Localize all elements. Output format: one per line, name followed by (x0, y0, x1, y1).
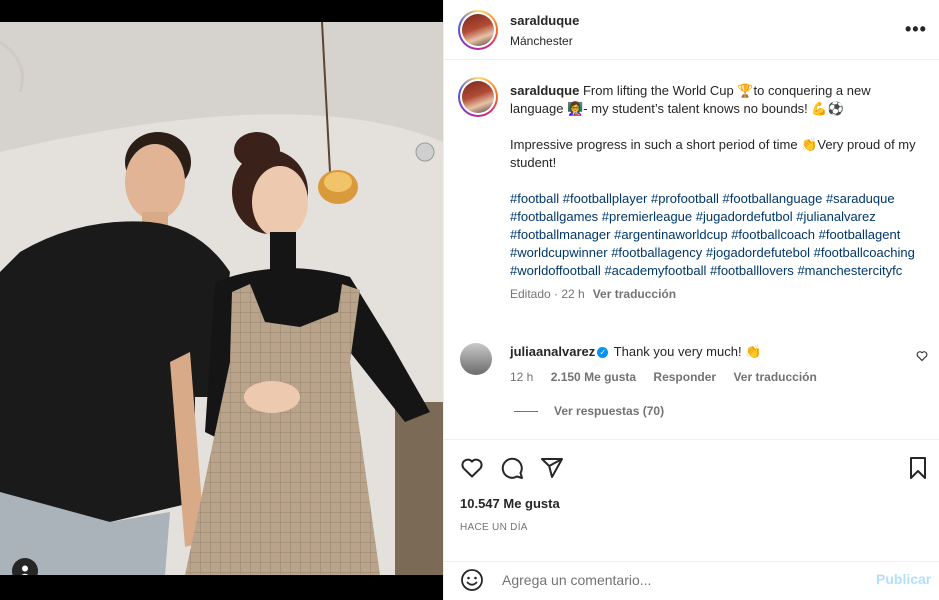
hashtag-link[interactable]: #julianalvarez (796, 209, 876, 224)
hashtag-link[interactable]: #jogadordefutebol (706, 245, 810, 260)
author-username[interactable]: saralduque (510, 13, 579, 28)
post-actions: 10.547 Me gusta HACE UN DÍA (444, 439, 939, 561)
caption-avatar[interactable] (458, 77, 498, 117)
hashtag-link[interactable]: #footballagent (819, 227, 901, 242)
comment-reply-button[interactable]: Responder (653, 370, 716, 384)
hashtag-link[interactable]: #argentinaworldcup (614, 227, 727, 242)
edited-time: Editado · 22 h (510, 287, 585, 301)
save-bookmark-icon[interactable] (906, 456, 930, 480)
hashtag-list: #football #footballplayer #profootball #… (510, 190, 920, 280)
post-location[interactable]: Mánchester (510, 34, 573, 48)
hashtag-link[interactable]: #football (510, 191, 559, 206)
share-paper-plane-icon[interactable] (540, 456, 564, 480)
author-avatar[interactable] (458, 10, 498, 50)
comment-translate-link[interactable]: Ver traducción (733, 370, 816, 384)
backdrop-bottom (0, 575, 443, 600)
backdrop-top (0, 0, 443, 22)
post-date: HACE UN DÍA (460, 522, 528, 533)
hashtag-link[interactable]: #premierleague (602, 209, 692, 224)
post-photo[interactable] (0, 22, 443, 575)
hashtag-link[interactable]: #footballmanager (510, 227, 610, 242)
view-replies-button[interactable]: Ver respuestas (70) (514, 404, 664, 418)
comment-meta: 12 h 2.150 Me gusta Responder Ver traduc… (510, 370, 831, 384)
caption-username[interactable]: saralduque (510, 83, 579, 98)
view-replies-label: Ver respuestas (70) (554, 404, 665, 418)
hashtag-link[interactable]: #manchestercityfc (797, 263, 902, 278)
hashtag-link[interactable]: #footballlovers (710, 263, 794, 278)
person-icon (21, 565, 29, 575)
hashtag-link[interactable]: #worldoffootball (510, 263, 601, 278)
hashtag-link[interactable]: #footballcoach (731, 227, 815, 242)
post-caption: saralduque From lifting the World Cup 🏆t… (510, 82, 920, 303)
caption-text-2: Impressive progress in such a short peri… (510, 137, 916, 170)
commenter-avatar[interactable] (460, 343, 492, 375)
commenter-username[interactable]: juliaanalvarez (510, 344, 595, 359)
comment-bubble-icon[interactable] (500, 456, 524, 480)
hashtag-link[interactable]: #profootball (651, 191, 719, 206)
hashtag-link[interactable]: #academyfootball (604, 263, 706, 278)
post-side-panel: saralduque Mánchester ••• saralduque Fro… (443, 0, 939, 600)
caption-meta: Editado · 22 h Ver traducción (510, 285, 920, 303)
photo-illustration (0, 22, 443, 575)
replies-divider (514, 411, 538, 413)
add-comment-bar: Publicar (444, 561, 939, 600)
more-options-button[interactable]: ••• (905, 20, 927, 38)
hashtag-link[interactable]: #footballanguage (723, 191, 823, 206)
like-heart-icon[interactable] (460, 456, 484, 480)
post-likes-count[interactable]: 10.547 Me gusta (460, 496, 560, 511)
comment-input[interactable] (500, 567, 864, 593)
comment-time: 12 h (510, 370, 534, 384)
hashtag-link[interactable]: #jugadordefutbol (696, 209, 793, 224)
hashtag-link[interactable]: #footballagency (611, 245, 702, 260)
caption-translate-link[interactable]: Ver traducción (593, 287, 676, 301)
hashtag-link[interactable]: #footballcoaching (814, 245, 915, 260)
comment-like-heart-icon[interactable] (916, 350, 928, 362)
hashtag-link[interactable]: #worldcupwinner (510, 245, 608, 260)
emoji-smiley-icon[interactable] (460, 568, 484, 592)
post-header: saralduque Mánchester ••• (444, 0, 939, 60)
comment-text: Thank you very much! 👏 (613, 344, 762, 359)
comment-item: juliaanalvarez ✓ Thank you very much! 👏 (510, 344, 910, 360)
verified-badge-icon: ✓ (597, 347, 609, 358)
instagram-post-modal: saralduque Mánchester ••• saralduque Fro… (0, 0, 939, 600)
hashtag-link[interactable]: #footballgames (510, 209, 598, 224)
hashtag-link[interactable]: #saraduque (826, 191, 895, 206)
publish-comment-button[interactable]: Publicar (876, 571, 931, 587)
comment-likes[interactable]: 2.150 Me gusta (551, 370, 636, 384)
hashtag-link[interactable]: #footballplayer (563, 191, 648, 206)
caption-paragraph-1: saralduque From lifting the World Cup 🏆t… (510, 82, 920, 118)
